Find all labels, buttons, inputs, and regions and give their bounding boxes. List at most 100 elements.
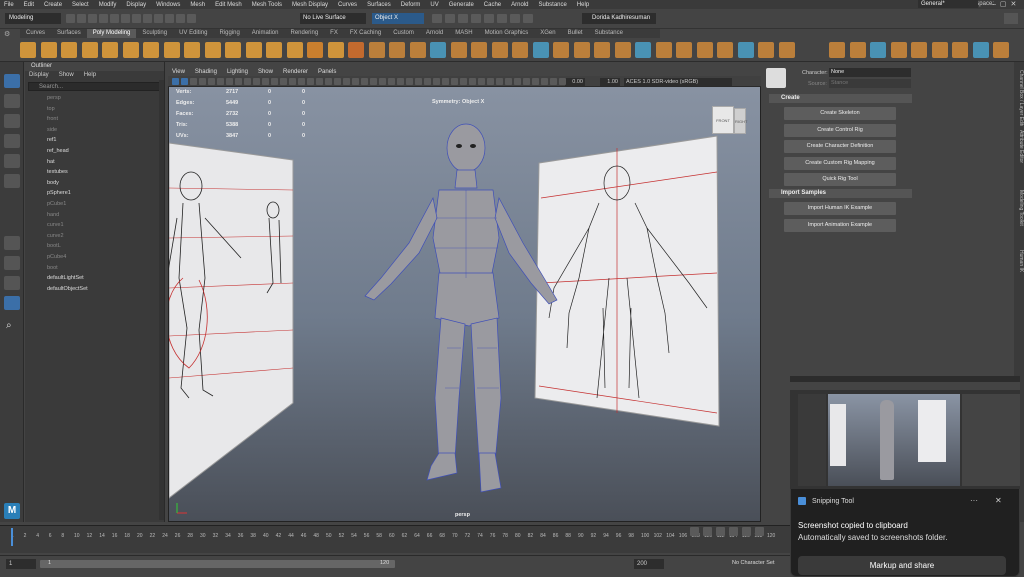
menu-cache[interactable]: Cache bbox=[484, 2, 501, 8]
viewport-menu-view[interactable]: View bbox=[172, 69, 185, 75]
menu-edit-mesh[interactable]: Edit Mesh bbox=[215, 2, 242, 8]
live-surface[interactable]: No Live Surface bbox=[300, 13, 366, 24]
outliner-item[interactable]: defaultObjectSet bbox=[25, 284, 164, 295]
viewport-tool-icon[interactable] bbox=[343, 78, 350, 85]
shelf-tab-sculpting[interactable]: Sculpting bbox=[136, 29, 173, 38]
shelf-tab-xgen[interactable]: XGen bbox=[534, 29, 561, 38]
viewport-tool-icon[interactable] bbox=[388, 78, 395, 85]
viewport-tool-icon[interactable] bbox=[433, 78, 440, 85]
arnold-render-icon[interactable] bbox=[523, 14, 533, 23]
viewport-tool-icon[interactable] bbox=[478, 78, 485, 85]
menu-surfaces[interactable]: Surfaces bbox=[367, 2, 391, 8]
play-back-icon[interactable] bbox=[716, 527, 725, 536]
outliner-item[interactable]: textubes bbox=[25, 167, 164, 178]
viewport-tool-icon[interactable] bbox=[289, 78, 296, 85]
outliner-item[interactable]: hat bbox=[25, 157, 164, 168]
shelf-tab-uv-editing[interactable]: UV Editing bbox=[173, 29, 213, 38]
viewport-menu-renderer[interactable]: Renderer bbox=[283, 69, 308, 75]
rotate-tool-icon[interactable] bbox=[4, 154, 20, 168]
menu-windows[interactable]: Windows bbox=[156, 2, 180, 8]
viewport-tool-icon[interactable] bbox=[550, 78, 557, 85]
viewcube-right[interactable]: RIGHT bbox=[734, 108, 747, 134]
outliner-item[interactable]: body bbox=[25, 178, 164, 189]
current-time-marker[interactable] bbox=[11, 528, 13, 546]
outliner-scrollbar[interactable] bbox=[159, 80, 164, 520]
shelf-tab-rendering[interactable]: Rendering bbox=[284, 29, 324, 38]
construction-history-icon[interactable] bbox=[432, 14, 442, 23]
outliner-menu-display[interactable]: Display bbox=[29, 71, 49, 80]
pyramid-icon[interactable] bbox=[184, 42, 200, 58]
connect-icon[interactable] bbox=[635, 42, 651, 58]
viewport-tool-icon[interactable] bbox=[262, 78, 269, 85]
viewport-tool-icon[interactable] bbox=[226, 78, 233, 85]
shelf-tab-fx[interactable]: FX bbox=[324, 29, 344, 38]
offset-loop-icon[interactable] bbox=[696, 42, 713, 58]
side-tab[interactable]: Modeling Toolkit bbox=[1014, 190, 1024, 246]
boolean-icon[interactable] bbox=[450, 42, 467, 58]
end-frame-field[interactable]: 200 bbox=[634, 559, 664, 569]
helix-icon[interactable] bbox=[245, 42, 262, 58]
collapse-icon[interactable] bbox=[758, 42, 774, 58]
shelf-tab-arnold[interactable]: Arnold bbox=[420, 29, 449, 38]
viewport-tool-icon[interactable] bbox=[181, 78, 188, 85]
paint-select-icon[interactable] bbox=[4, 114, 20, 128]
menu-mesh[interactable]: Mesh bbox=[190, 2, 205, 8]
outliner-menu-show[interactable]: Show bbox=[59, 71, 74, 80]
insert-loop-icon[interactable] bbox=[676, 42, 692, 58]
menu-edit[interactable]: Edit bbox=[24, 2, 34, 8]
ipr-icon[interactable] bbox=[471, 14, 481, 23]
menu-help[interactable]: Help bbox=[577, 2, 589, 8]
shelf-tab-substance[interactable]: Substance bbox=[589, 29, 629, 38]
pipe-icon[interactable] bbox=[225, 42, 241, 58]
markup-and-share-button[interactable]: Markup and share bbox=[798, 556, 1006, 575]
viewport-tool-icon[interactable] bbox=[442, 78, 449, 85]
single-view-icon[interactable] bbox=[4, 236, 20, 250]
outliner-item[interactable]: persp bbox=[25, 93, 164, 104]
render-icon[interactable] bbox=[458, 14, 468, 23]
spherical-uv-icon[interactable] bbox=[890, 42, 907, 58]
prism-icon[interactable] bbox=[204, 42, 221, 58]
combine-icon[interactable] bbox=[389, 42, 405, 58]
cylinder-icon[interactable] bbox=[61, 42, 77, 58]
outliner-item[interactable]: pCube1 bbox=[25, 199, 164, 210]
viewport-tool-icon[interactable] bbox=[559, 78, 566, 85]
target-weld-icon[interactable] bbox=[614, 42, 631, 58]
measure-icon[interactable] bbox=[993, 42, 1009, 58]
select-component-icon[interactable] bbox=[143, 14, 152, 23]
viewport-tool-icon[interactable] bbox=[505, 78, 512, 85]
move-tool-icon[interactable] bbox=[4, 134, 20, 148]
outliner-layout-icon[interactable] bbox=[4, 296, 20, 310]
viewport-tool-icon[interactable] bbox=[199, 78, 206, 85]
workspace-select[interactable]: General* bbox=[918, 0, 978, 8]
step-forward-icon[interactable] bbox=[742, 527, 751, 536]
viewport-tool-icon[interactable] bbox=[271, 78, 278, 85]
outliner-item[interactable]: hand bbox=[25, 210, 164, 221]
menu-mesh-display[interactable]: Mesh Display bbox=[292, 2, 328, 8]
character-select[interactable]: None bbox=[829, 68, 911, 77]
outliner-item[interactable]: boot bbox=[25, 263, 164, 274]
bevel-icon[interactable] bbox=[532, 42, 549, 58]
sphere-icon[interactable] bbox=[20, 42, 36, 58]
start-frame-field[interactable]: 1 bbox=[6, 559, 36, 569]
menu-uv[interactable]: UV bbox=[430, 2, 438, 8]
playback-controls[interactable] bbox=[690, 527, 790, 541]
snap-surface-icon[interactable] bbox=[187, 14, 196, 23]
select-object-icon[interactable] bbox=[132, 14, 141, 23]
outliner-item[interactable]: pCube4 bbox=[25, 252, 164, 263]
layout-icon[interactable] bbox=[4, 276, 20, 290]
shelf-tab-custom[interactable]: Custom bbox=[387, 29, 420, 38]
play-forward-icon[interactable] bbox=[729, 527, 738, 536]
outliner-menu-help[interactable]: Help bbox=[84, 71, 96, 80]
gear-icon[interactable] bbox=[266, 42, 282, 58]
toggle-panels-icon[interactable] bbox=[1004, 13, 1018, 24]
poke-icon[interactable] bbox=[737, 42, 754, 58]
quad-draw-icon[interactable] bbox=[655, 42, 672, 58]
viewport-tool-icon[interactable] bbox=[334, 78, 341, 85]
shelf-tab-rigging[interactable]: Rigging bbox=[213, 29, 245, 38]
bridge-icon[interactable] bbox=[512, 42, 528, 58]
viewport-tool-icon[interactable] bbox=[253, 78, 260, 85]
range-slider[interactable] bbox=[40, 560, 395, 568]
lasso-tool-icon[interactable] bbox=[4, 94, 20, 108]
viewport-menu-show[interactable]: Show bbox=[258, 69, 273, 75]
outliner-item[interactable]: bootL bbox=[25, 241, 164, 252]
